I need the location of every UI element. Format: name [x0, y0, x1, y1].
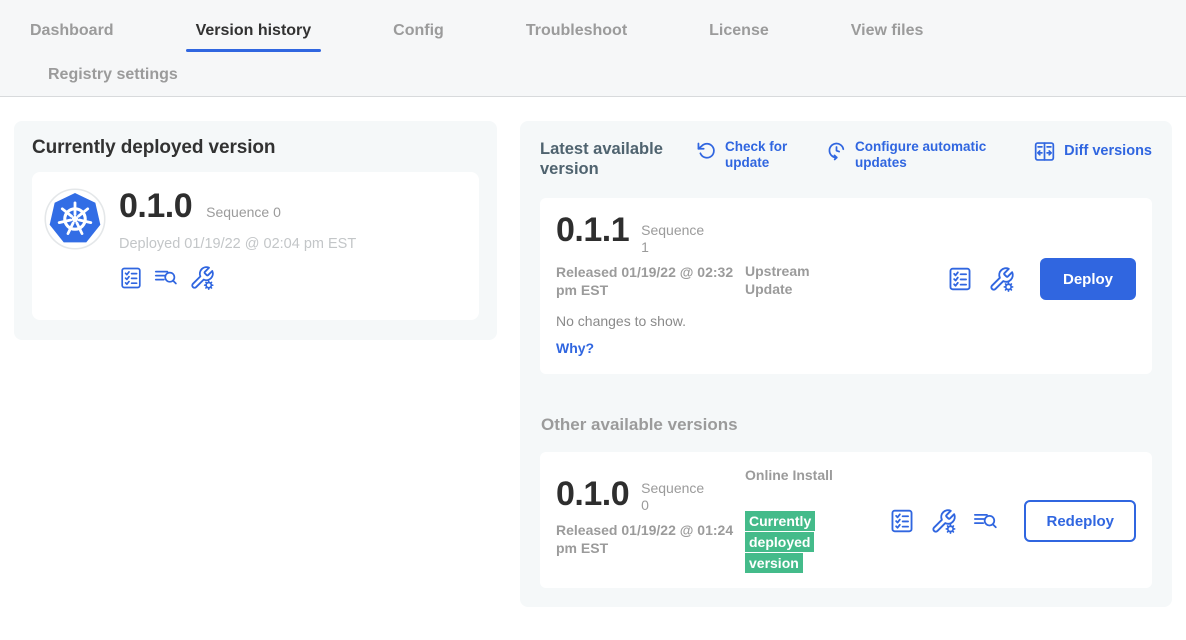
redeploy-button[interactable]: Redeploy [1024, 500, 1136, 542]
deployed-timestamp: Deployed 01/19/22 @ 02:04 pm EST [119, 236, 356, 252]
latest-released-timestamp: Released 01/19/22 @ 02:32 pm EST [556, 263, 746, 299]
deployed-card-title: Currently deployed version [32, 137, 479, 159]
edit-config-icon[interactable] [189, 265, 215, 291]
other-version-number: 0.1.0 [556, 476, 629, 512]
other-version-card: 0.1.0 Sequence 0 Released 01/19/22 @ 01:… [540, 452, 1152, 588]
configure-automatic-updates-link[interactable]: Configure automatic updates [826, 139, 987, 171]
other-released-timestamp: Released 01/19/22 @ 01:24 pm EST [556, 521, 746, 557]
tab-troubleshoot[interactable]: Troubleshoot [516, 16, 637, 52]
currently-deployed-badge-wrap: Currently deployed version [745, 511, 825, 574]
check-for-update-link[interactable]: Check for update [696, 139, 798, 171]
currently-deployed-card: Currently deployed version [14, 121, 497, 340]
other-versions-title: Other available versions [541, 415, 1152, 435]
latest-version-card: 0.1.1 Sequence 1 Released 01/19/22 @ 02:… [540, 198, 1152, 374]
preflight-checklist-icon[interactable] [889, 508, 915, 534]
other-sequence-label: Sequence 0 [641, 476, 713, 514]
tab-registry-settings[interactable]: Registry settings [38, 60, 188, 96]
tab-version-history[interactable]: Version history [186, 16, 322, 52]
main-content: Currently deployed version [0, 97, 1186, 639]
no-changes-text: No changes to show. [556, 313, 1136, 329]
preflight-checklist-icon[interactable] [947, 266, 973, 292]
latest-version-actions: Deploy [947, 258, 1136, 300]
why-link[interactable]: Why? [556, 340, 594, 356]
kubernetes-logo-icon [44, 188, 106, 250]
currently-deployed-badge: Currently deployed version [745, 511, 815, 573]
latest-version-source: Upstream Update [745, 262, 840, 298]
configure-automatic-updates-label: Configure automatic updates [855, 139, 987, 171]
deployed-action-icons [119, 265, 356, 291]
other-version-actions: Redeploy [889, 500, 1136, 542]
view-logs-icon[interactable] [153, 266, 179, 290]
deployed-version-row: 0.1.0 Sequence 0 Deployed 01/19/22 @ 02:… [32, 172, 479, 320]
refresh-icon [696, 140, 717, 161]
deployed-sequence-label: Sequence 0 [206, 204, 281, 220]
diff-icon [1033, 140, 1056, 163]
panel-title: Latest available version [540, 139, 692, 179]
nav-row-1: Dashboard Version history Config Trouble… [0, 10, 1186, 52]
tab-config[interactable]: Config [383, 16, 454, 52]
edit-config-icon[interactable] [930, 508, 957, 535]
diff-versions-link[interactable]: Diff versions [1033, 139, 1152, 163]
edit-config-icon[interactable] [988, 266, 1015, 293]
schedule-update-icon [826, 140, 847, 161]
deployed-version-info: 0.1.0 Sequence 0 Deployed 01/19/22 @ 02:… [119, 188, 356, 306]
latest-version-number: 0.1.1 [556, 212, 629, 248]
other-version-source: Online Install [745, 466, 840, 484]
top-navigation: Dashboard Version history Config Trouble… [0, 0, 1186, 97]
check-for-update-label: Check for update [725, 139, 795, 171]
deployed-version-number: 0.1.0 [119, 188, 192, 224]
preflight-checklist-icon[interactable] [119, 266, 143, 290]
diff-versions-label: Diff versions [1064, 143, 1152, 159]
deploy-button[interactable]: Deploy [1040, 258, 1136, 300]
tab-view-files[interactable]: View files [841, 16, 934, 52]
view-logs-icon[interactable] [972, 509, 999, 534]
tab-license[interactable]: License [699, 16, 779, 52]
panel-header: Latest available version Check for updat… [540, 139, 1152, 179]
latest-sequence-label: Sequence 1 [641, 212, 713, 256]
tab-dashboard[interactable]: Dashboard [20, 16, 124, 52]
available-versions-panel: Latest available version Check for updat… [520, 121, 1172, 607]
nav-row-2: Registry settings [0, 60, 1186, 96]
